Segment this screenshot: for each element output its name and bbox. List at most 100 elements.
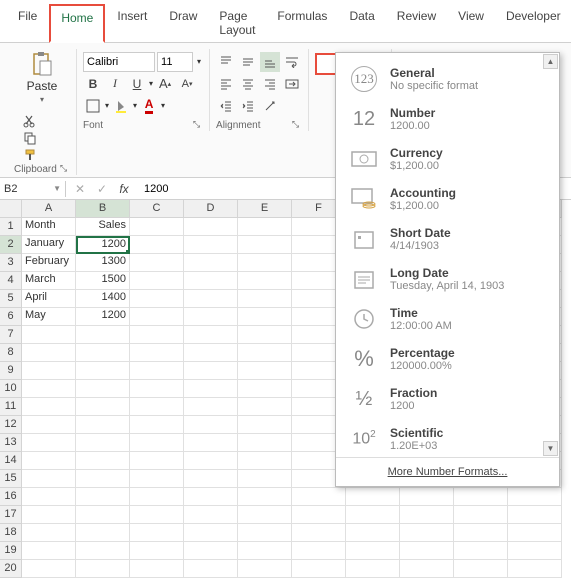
cell-C15[interactable] xyxy=(130,470,184,488)
cell-B16[interactable] xyxy=(76,488,130,506)
cell-A5[interactable]: April xyxy=(22,290,76,308)
cell-C18[interactable] xyxy=(130,524,184,542)
font-launcher-icon[interactable]: ⤡ xyxy=(190,118,203,131)
enter-icon[interactable]: ✓ xyxy=(92,179,112,199)
format-option-short-date[interactable]: Short Date4/14/1903 xyxy=(336,219,559,259)
cell-D10[interactable] xyxy=(184,380,238,398)
cell-G19[interactable] xyxy=(346,542,400,560)
format-option-fraction[interactable]: ½Fraction1200 xyxy=(336,379,559,419)
cell-E17[interactable] xyxy=(238,506,292,524)
format-option-number[interactable]: 12Number1200.00 xyxy=(336,99,559,139)
cell-E6[interactable] xyxy=(238,308,292,326)
cell-D13[interactable] xyxy=(184,434,238,452)
row-header-19[interactable]: 19 xyxy=(0,542,22,560)
cell-E14[interactable] xyxy=(238,452,292,470)
cell-D7[interactable] xyxy=(184,326,238,344)
row-header-2[interactable]: 2 xyxy=(0,236,22,254)
cell-D6[interactable] xyxy=(184,308,238,326)
cell-E18[interactable] xyxy=(238,524,292,542)
row-header-16[interactable]: 16 xyxy=(0,488,22,506)
cell-B1[interactable]: Sales xyxy=(76,218,130,236)
cell-C3[interactable] xyxy=(130,254,184,272)
format-option-time[interactable]: Time12:00:00 AM xyxy=(336,299,559,339)
cell-C12[interactable] xyxy=(130,416,184,434)
cell-G16[interactable] xyxy=(346,488,400,506)
decrease-font-icon[interactable]: A▾ xyxy=(177,74,197,94)
cell-G18[interactable] xyxy=(346,524,400,542)
cell-I17[interactable] xyxy=(454,506,508,524)
cell-F18[interactable] xyxy=(292,524,346,542)
scroll-up-icon[interactable]: ▲ xyxy=(543,54,558,69)
cell-C13[interactable] xyxy=(130,434,184,452)
cell-C17[interactable] xyxy=(130,506,184,524)
cell-E12[interactable] xyxy=(238,416,292,434)
cell-C10[interactable] xyxy=(130,380,184,398)
cell-D18[interactable] xyxy=(184,524,238,542)
cell-G20[interactable] xyxy=(346,560,400,578)
cell-A18[interactable] xyxy=(22,524,76,542)
cell-D3[interactable] xyxy=(184,254,238,272)
fx-icon[interactable]: fx xyxy=(114,179,134,199)
tab-draw[interactable]: Draw xyxy=(159,4,207,42)
cell-C8[interactable] xyxy=(130,344,184,362)
cell-B2[interactable]: 1200 xyxy=(76,236,130,254)
cell-B7[interactable] xyxy=(76,326,130,344)
col-header-B[interactable]: B xyxy=(76,200,130,218)
cell-J16[interactable] xyxy=(508,488,562,506)
cell-H19[interactable] xyxy=(400,542,454,560)
cell-E1[interactable] xyxy=(238,218,292,236)
cell-A11[interactable] xyxy=(22,398,76,416)
cell-C1[interactable] xyxy=(130,218,184,236)
tab-developer[interactable]: Developer xyxy=(496,4,571,42)
row-header-18[interactable]: 18 xyxy=(0,524,22,542)
cell-D9[interactable] xyxy=(184,362,238,380)
cell-J20[interactable] xyxy=(508,560,562,578)
tab-file[interactable]: File xyxy=(8,4,47,42)
cell-C20[interactable] xyxy=(130,560,184,578)
cell-A12[interactable] xyxy=(22,416,76,434)
orientation-icon[interactable] xyxy=(260,96,280,116)
cell-D14[interactable] xyxy=(184,452,238,470)
align-bottom-icon[interactable] xyxy=(260,52,280,72)
cut-icon[interactable] xyxy=(23,114,37,128)
align-top-icon[interactable] xyxy=(216,52,236,72)
row-header-14[interactable]: 14 xyxy=(0,452,22,470)
format-option-percentage[interactable]: %Percentage120000.00% xyxy=(336,339,559,379)
cell-A20[interactable] xyxy=(22,560,76,578)
cell-D4[interactable] xyxy=(184,272,238,290)
cell-B12[interactable] xyxy=(76,416,130,434)
cell-D19[interactable] xyxy=(184,542,238,560)
tab-home[interactable]: Home xyxy=(49,4,105,43)
tab-page-layout[interactable]: Page Layout xyxy=(209,4,265,42)
tab-view[interactable]: View xyxy=(448,4,494,42)
cell-A1[interactable]: Month xyxy=(22,218,76,236)
cell-E2[interactable] xyxy=(238,236,292,254)
row-header-1[interactable]: 1 xyxy=(0,218,22,236)
cell-I19[interactable] xyxy=(454,542,508,560)
cell-A10[interactable] xyxy=(22,380,76,398)
cell-H18[interactable] xyxy=(400,524,454,542)
font-size-select[interactable]: 11 xyxy=(157,52,193,72)
cell-C11[interactable] xyxy=(130,398,184,416)
cell-D11[interactable] xyxy=(184,398,238,416)
cell-B19[interactable] xyxy=(76,542,130,560)
align-middle-icon[interactable] xyxy=(238,52,258,72)
row-header-9[interactable]: 9 xyxy=(0,362,22,380)
clipboard-launcher-icon[interactable]: ⤡ xyxy=(57,162,70,175)
cell-I20[interactable] xyxy=(454,560,508,578)
cell-A13[interactable] xyxy=(22,434,76,452)
cell-A7[interactable] xyxy=(22,326,76,344)
cell-A15[interactable] xyxy=(22,470,76,488)
cell-E8[interactable] xyxy=(238,344,292,362)
cell-F20[interactable] xyxy=(292,560,346,578)
cell-B20[interactable] xyxy=(76,560,130,578)
cell-D20[interactable] xyxy=(184,560,238,578)
cell-E7[interactable] xyxy=(238,326,292,344)
row-header-4[interactable]: 4 xyxy=(0,272,22,290)
row-header-8[interactable]: 8 xyxy=(0,344,22,362)
row-header-15[interactable]: 15 xyxy=(0,470,22,488)
cell-B10[interactable] xyxy=(76,380,130,398)
borders-icon[interactable] xyxy=(83,96,103,116)
format-option-currency[interactable]: Currency$1,200.00 xyxy=(336,139,559,179)
cell-A14[interactable] xyxy=(22,452,76,470)
